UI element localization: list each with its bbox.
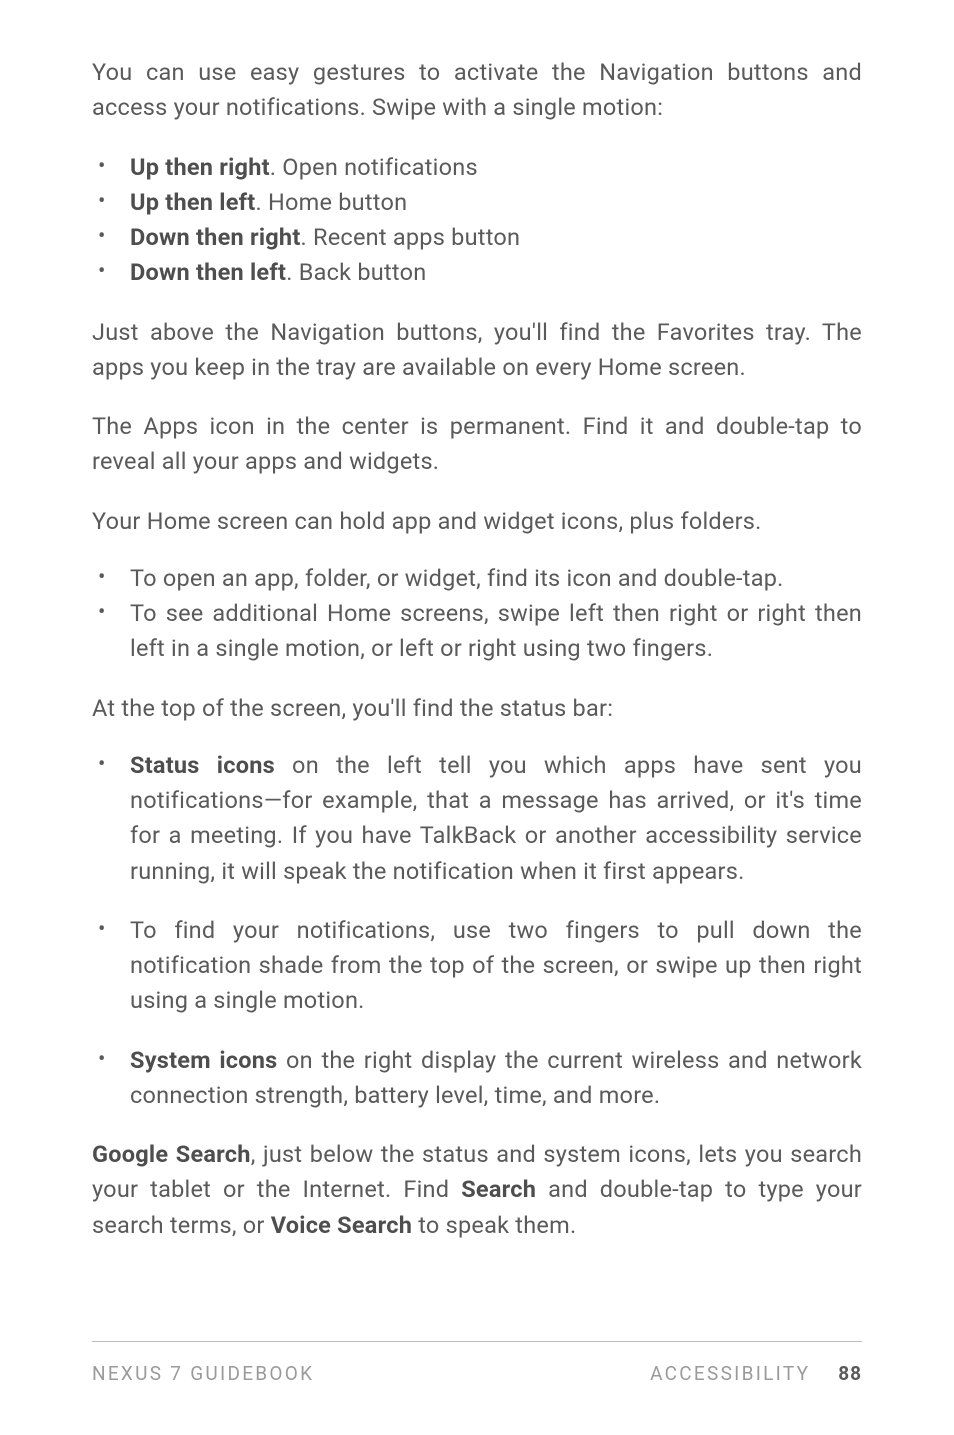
footer-section-name: ACCESSIBILITY xyxy=(650,1362,810,1385)
footer-divider xyxy=(92,1341,862,1342)
status-list: Status icons on the left tell you which … xyxy=(92,748,862,1113)
list-item: To see additional Home screens, swipe le… xyxy=(92,596,862,667)
paragraph-1: You can use easy gestures to activate th… xyxy=(92,55,862,126)
page-content: You can use easy gestures to activate th… xyxy=(92,55,862,1385)
paragraph-3: The Apps icon in the center is permanent… xyxy=(92,409,862,480)
list-item: To open an app, folder, or widget, find … xyxy=(92,561,862,596)
paragraph-6: Google Search, just below the status and… xyxy=(92,1137,862,1243)
list-item: To find your notifications, use two fing… xyxy=(92,913,862,1019)
footer-page-number: 88 xyxy=(838,1362,862,1385)
list-item: Up then right. Open notifications xyxy=(92,150,862,185)
home-list: To open an app, folder, or widget, find … xyxy=(92,561,862,667)
gesture-list: Up then right. Open notifications Up the… xyxy=(92,150,862,291)
page-footer: NEXUS 7 GUIDEBOOK ACCESSIBILITY 88 xyxy=(92,1341,862,1385)
footer-book-title: NEXUS 7 GUIDEBOOK xyxy=(92,1362,314,1385)
list-item: Down then left. Back button xyxy=(92,255,862,290)
paragraph-2: Just above the Navigation buttons, you'l… xyxy=(92,315,862,386)
paragraph-4: Your Home screen can hold app and widget… xyxy=(92,504,862,539)
list-item: Status icons on the left tell you which … xyxy=(92,748,862,889)
list-item: Up then left. Home button xyxy=(92,185,862,220)
paragraph-5: At the top of the screen, you'll find th… xyxy=(92,691,862,726)
list-item: System icons on the right display the cu… xyxy=(92,1043,862,1114)
list-item: Down then right. Recent apps button xyxy=(92,220,862,255)
